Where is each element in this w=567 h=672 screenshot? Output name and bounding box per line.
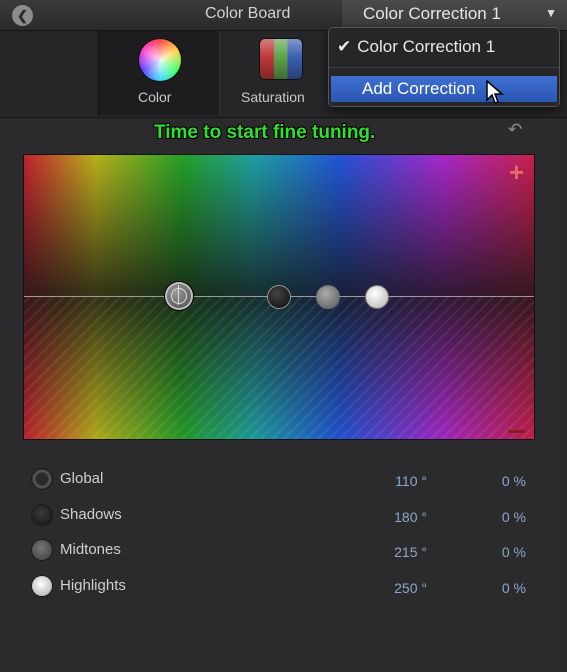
angle-value[interactable]: 180 ° [394, 509, 427, 525]
shadows-puck[interactable] [268, 286, 290, 308]
global-puck[interactable] [165, 282, 193, 310]
plus-icon: + [508, 157, 524, 187]
control-name: Global [60, 470, 104, 487]
control-row-global[interactable]: Global 110 ° 0 % [0, 467, 567, 497]
menu-item-label: Color Correction 1 [357, 37, 496, 56]
midtones-icon[interactable] [32, 540, 52, 560]
minus-icon [508, 430, 525, 433]
control-name: Shadows [60, 506, 122, 523]
percent-value[interactable]: 0 % [502, 544, 526, 560]
menu-item-color-correction-1[interactable]: ✔ Color Correction 1 [337, 37, 495, 57]
control-row-shadows[interactable]: Shadows 180 ° 0 % [0, 503, 567, 533]
highlights-puck[interactable] [366, 286, 388, 308]
highlights-icon[interactable] [32, 576, 52, 596]
menu-item-add-correction[interactable]: Add Correction [331, 76, 557, 102]
menu-divider [329, 67, 559, 68]
percent-value[interactable]: 0 % [502, 509, 526, 525]
mouse-pointer-icon [486, 80, 505, 104]
percent-value[interactable]: 0 % [502, 473, 526, 489]
midtones-puck[interactable] [317, 286, 339, 308]
menu-item-label: Add Correction [362, 79, 476, 98]
board-negative-hatch [24, 297, 534, 439]
shadows-icon[interactable] [32, 505, 52, 525]
angle-value[interactable]: 110 ° [395, 473, 427, 489]
correction-select[interactable]: Color Correction 1 ▼ [342, 0, 567, 30]
control-row-highlights[interactable]: Highlights 250 ° 0 % [0, 574, 567, 604]
back-arrow-icon[interactable]: ❮ [12, 5, 33, 26]
panel-title: Color Board [205, 5, 291, 22]
tab-saturation[interactable]: Saturation [220, 31, 325, 115]
tab-color-label: Color [138, 89, 172, 105]
control-name: Midtones [60, 541, 121, 558]
angle-value[interactable]: 250 ° [394, 580, 427, 596]
control-row-midtones[interactable]: Midtones 215 ° 0 % [0, 538, 567, 568]
angle-value[interactable]: 215 ° [394, 544, 427, 560]
undo-icon[interactable]: ↶ [508, 120, 522, 140]
color-board[interactable]: + [23, 154, 535, 440]
color-wheel-icon [139, 39, 181, 81]
percent-value[interactable]: 0 % [502, 580, 526, 596]
tab-color[interactable]: Color [98, 31, 220, 115]
correction-select-label: Color Correction 1 [363, 4, 501, 23]
chevron-down-icon: ▼ [545, 6, 557, 20]
saturation-icon [260, 39, 302, 79]
correction-dropdown-menu: ✔ Color Correction 1 Add Correction [328, 27, 560, 107]
tab-saturation-label: Saturation [241, 89, 305, 105]
global-icon[interactable] [32, 469, 52, 489]
checkmark-icon: ✔ [337, 37, 352, 56]
control-name: Highlights [60, 577, 126, 594]
annotation-text: Time to start fine tuning. [154, 122, 376, 143]
